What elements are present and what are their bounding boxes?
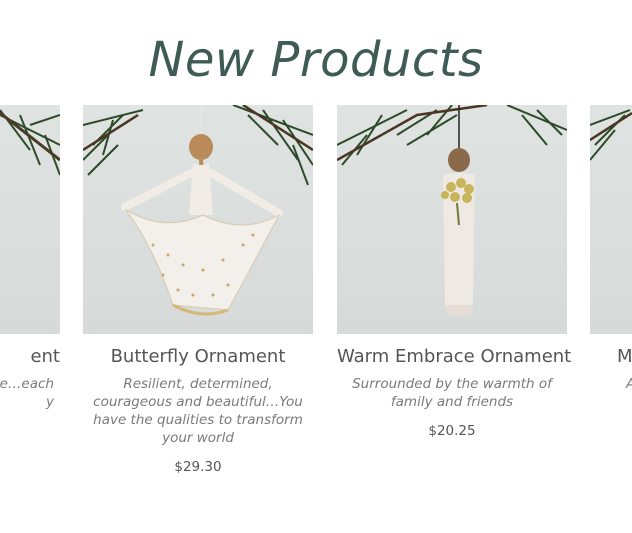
product-name[interactable]: Butterfly Ornament	[83, 346, 313, 367]
product-carousel[interactable]: ent re…each y Butterfly Ornament Resilie…	[0, 0, 632, 533]
product-description: Resilient, determined, courageous and be…	[93, 376, 303, 446]
product-card[interactable]: Warm Embrace Ornament Surrounded by the …	[337, 105, 571, 439]
product-description: Surrounded by the warmth of family and f…	[352, 376, 552, 410]
product-description: re…each y	[0, 376, 54, 410]
product-price: $20.25	[428, 423, 476, 439]
product-price: $29.30	[174, 459, 222, 475]
product-image[interactable]	[83, 105, 313, 334]
product-image[interactable]	[0, 105, 60, 334]
product-description: A	[590, 375, 632, 393]
product-image[interactable]	[337, 105, 567, 334]
product-name[interactable]: Warm Embrace Ornament	[337, 346, 571, 367]
product-card[interactable]: M A	[590, 105, 632, 393]
product-name[interactable]: M	[590, 346, 632, 367]
product-name[interactable]: ent	[0, 346, 60, 367]
product-image[interactable]	[590, 105, 632, 334]
product-card[interactable]: ent re…each y	[0, 105, 60, 411]
product-card[interactable]: Butterfly Ornament Resilient, determined…	[83, 105, 313, 475]
